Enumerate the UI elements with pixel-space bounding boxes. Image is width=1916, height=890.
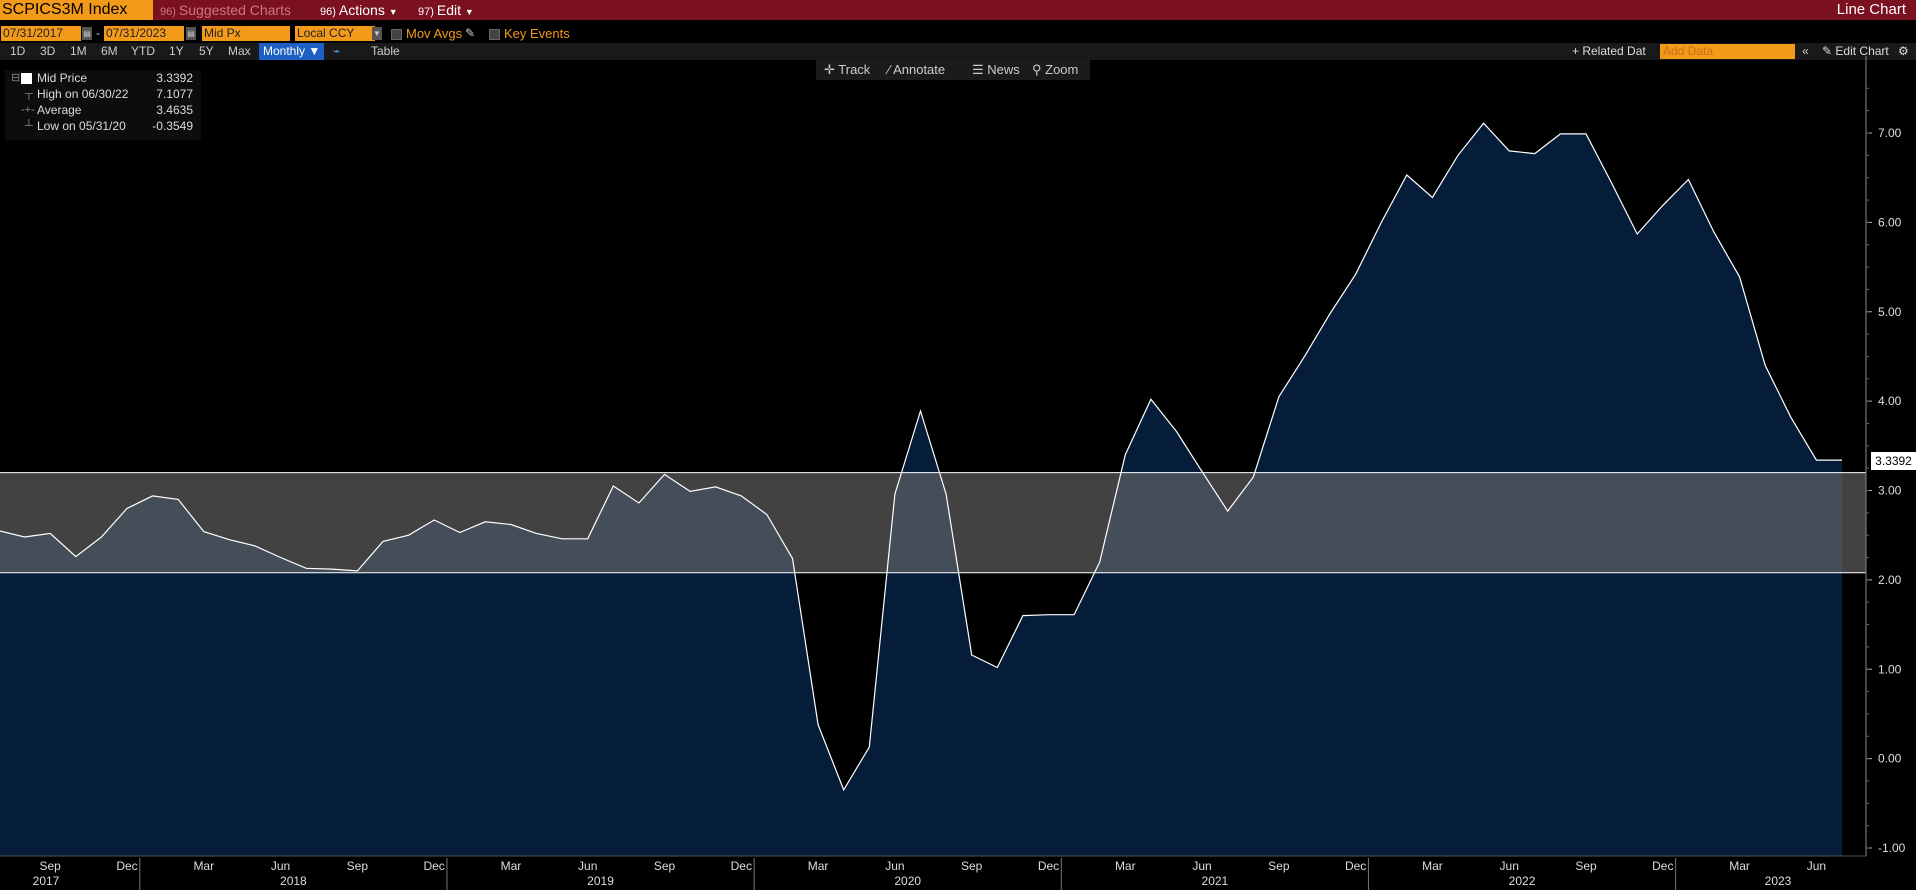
legend-name: Low on 05/31/20 (37, 119, 126, 133)
legend-value: -0.3549 (152, 119, 193, 133)
x-month-label: Dec (731, 859, 752, 873)
y-tick-label: 2.00 (1878, 573, 1902, 587)
x-month-label: Mar (808, 859, 829, 873)
x-month-label: Sep (961, 859, 983, 873)
x-month-label: Dec (1038, 859, 1059, 873)
track-label: Track (838, 62, 871, 77)
x-month-label: Mar (193, 859, 214, 873)
annotate-button[interactable]: ∕ Annotate (888, 60, 945, 80)
x-year-label: 2017 (33, 874, 60, 888)
track-button[interactable]: ✛ Track (824, 60, 870, 80)
x-month-label: Jun (885, 859, 904, 873)
x-year-label: 2020 (894, 874, 921, 888)
y-tick-label: 7.00 (1878, 126, 1902, 140)
y-tick-label: 0.00 (1878, 752, 1902, 766)
x-month-label: Jun (1500, 859, 1519, 873)
legend-tree-icon: ⊟ (11, 72, 21, 84)
x-month-label: Jun (1192, 859, 1211, 873)
news-label: News (987, 62, 1020, 77)
x-month-label: Sep (347, 859, 369, 873)
x-year-label: 2021 (1202, 874, 1229, 888)
x-month-label: Sep (40, 859, 62, 873)
x-month-label: Jun (1807, 859, 1826, 873)
x-month-label: Mar (1729, 859, 1750, 873)
legend-row-high: ┬ High on 06/30/22 7.1077 (5, 86, 201, 102)
low-marker-icon: ┴ (25, 120, 33, 132)
x-month-label: Dec (423, 859, 444, 873)
legend-row-average: -+- Average 3.4635 (5, 102, 201, 118)
x-year-label: 2023 (1765, 874, 1792, 888)
legend-row-low: ┴ Low on 05/31/20 -0.3549 (5, 118, 201, 134)
average-marker-icon: -+- (21, 104, 35, 116)
y-tick-label: 3.00 (1878, 484, 1902, 498)
crosshair-icon: ✛ (824, 62, 839, 77)
y-tick-label: -1.00 (1878, 841, 1906, 855)
y-tick-label: 4.00 (1878, 394, 1902, 408)
news-button[interactable]: ☰ News (972, 60, 1020, 80)
x-year-label: 2022 (1509, 874, 1536, 888)
zoom-label: Zoom (1045, 62, 1079, 77)
x-month-label: Mar (501, 859, 522, 873)
legend-value: 3.3392 (156, 71, 193, 85)
legend-row-mid-price[interactable]: ⊟ Mid Price 3.3392 (5, 70, 201, 86)
x-month-label: Sep (1268, 859, 1290, 873)
y-tick-label: 1.00 (1878, 662, 1902, 676)
x-year-label: 2019 (587, 874, 614, 888)
y-tick-label: 6.00 (1878, 215, 1902, 229)
annotate-label: Annotate (893, 62, 946, 77)
legend-swatch (21, 73, 32, 84)
magnifier-icon: ⚲ (1032, 62, 1046, 77)
high-marker-icon: ┬ (25, 88, 33, 100)
x-month-label: Jun (578, 859, 597, 873)
x-month-label: Jun (271, 859, 290, 873)
last-value-label: 3.3392 (1871, 452, 1916, 470)
x-month-label: Mar (1115, 859, 1136, 873)
x-month-label: Dec (1345, 859, 1366, 873)
x-month-label: Mar (1422, 859, 1443, 873)
y-tick-label: 5.00 (1878, 305, 1902, 319)
legend-name: Mid Price (37, 71, 88, 85)
line-chart: -1.00 0.00 1.00 2.00 3.00 4.00 5.00 6.00 7.00 Sep… (0, 56, 1906, 890)
legend-value: 7.1077 (156, 87, 193, 101)
news-icon: ☰ (972, 62, 988, 77)
x-month-label: Sep (1575, 859, 1597, 873)
x-year-label: 2018 (280, 874, 307, 888)
legend-name: Average (37, 103, 82, 117)
x-month-label: Sep (654, 859, 676, 873)
chart-legend: ⊟ Mid Price 3.3392 ┬ High on 06/30/22 7.… (5, 70, 201, 140)
chart-toolbar: ✛ Track ∕ Annotate ☰ News ⚲ Zoom (816, 60, 1090, 80)
zoom-button[interactable]: ⚲ Zoom (1032, 60, 1078, 80)
x-month-label: Dec (116, 859, 137, 873)
legend-value: 3.4635 (156, 103, 193, 117)
legend-name: High on 06/30/22 (37, 87, 129, 101)
x-month-label: Dec (1652, 859, 1673, 873)
